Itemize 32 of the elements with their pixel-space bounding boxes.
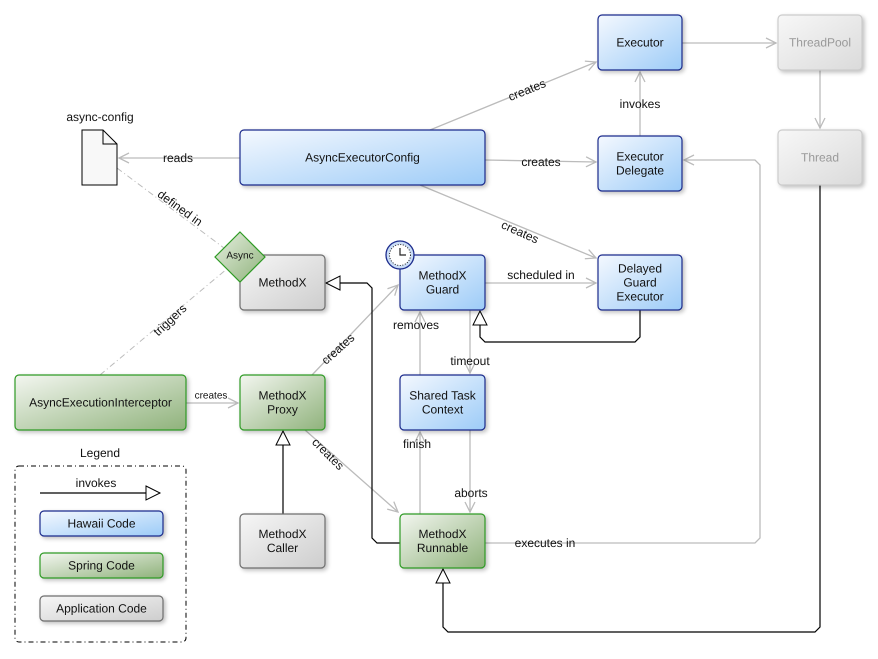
edge-label: creates bbox=[506, 76, 548, 104]
edge-label: executes in bbox=[514, 536, 576, 550]
edge-label: timeout bbox=[450, 354, 490, 368]
arrow bbox=[186, 397, 239, 409]
class-box: Executor bbox=[597, 14, 683, 71]
class-box: AsyncExecutionInterceptor bbox=[14, 374, 187, 431]
class-box: Delayed Guard Executor bbox=[597, 254, 683, 311]
edge-label: aborts bbox=[454, 486, 488, 500]
edge-label: reads bbox=[162, 151, 194, 165]
legend-title: Legend bbox=[80, 446, 120, 460]
class-box: Shared Task Context bbox=[399, 374, 486, 431]
class-box: Thread bbox=[777, 129, 863, 186]
class-box: MethodX Runnable bbox=[399, 513, 486, 569]
arrow bbox=[814, 70, 826, 129]
edge-label: creates bbox=[521, 155, 561, 169]
edge-label: invokes bbox=[620, 97, 660, 111]
class-box: ThreadPool bbox=[777, 14, 863, 71]
class-box: Executor Delegate bbox=[597, 135, 683, 192]
edge-label: removes bbox=[393, 318, 439, 332]
legend-swatch: Spring Code bbox=[39, 552, 164, 579]
class-box: MethodX Guard bbox=[399, 254, 486, 311]
edge-label: scheduled in bbox=[507, 268, 575, 282]
document-icon bbox=[82, 130, 118, 186]
legend-swatch: Hawaii Code bbox=[39, 510, 164, 537]
legend-label: invokes bbox=[76, 476, 116, 490]
class-box: MethodX Proxy bbox=[239, 374, 326, 431]
class-box: MethodX Caller bbox=[239, 513, 326, 569]
class-box: AsyncExecutorConfig bbox=[239, 129, 486, 186]
edge-label: finish bbox=[403, 437, 431, 451]
edge-label: creates bbox=[194, 390, 228, 402]
file-label: async-config bbox=[66, 110, 134, 124]
legend-swatch: Application Code bbox=[39, 595, 164, 622]
